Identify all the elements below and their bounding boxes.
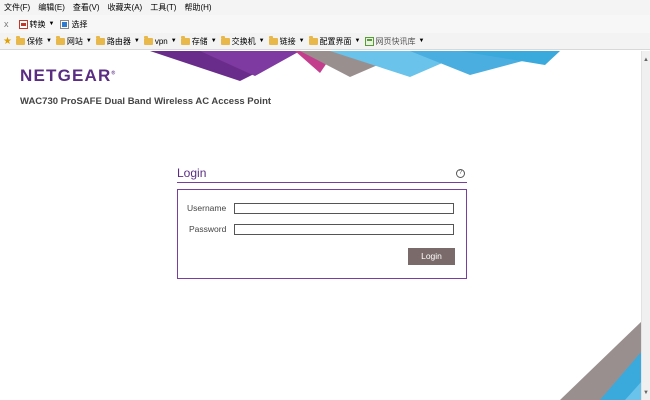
- folder-icon: [95, 35, 105, 45]
- chevron-down-icon: ▼: [298, 38, 305, 44]
- registered-mark: ®: [111, 70, 117, 77]
- favorite-web-slice-gallery[interactable]: 网页快讯库 ▼: [364, 36, 425, 47]
- favorite-folder-storage[interactable]: 存储 ▼: [180, 35, 217, 47]
- favorite-folder-routers[interactable]: 路由器 ▼: [95, 35, 140, 47]
- menu-favorites[interactable]: 收藏夹(A): [108, 2, 143, 13]
- folder-icon: [268, 35, 278, 45]
- web-slice-icon: [364, 36, 374, 46]
- chevron-down-icon: ▼: [85, 38, 92, 44]
- menu-tools[interactable]: 工具(T): [150, 2, 176, 13]
- menu-edit[interactable]: 编辑(E): [38, 2, 65, 13]
- folder-icon: [55, 35, 65, 45]
- login-panel: Login ? Username Password Login: [177, 166, 467, 279]
- favorites-bar: ★ 保修 ▼ 网站 ▼ 路由器 ▼ vpn ▼ 存储 ▼ 交换机 ▼ 链接 ▼ …: [0, 33, 650, 50]
- favorite-folder-config[interactable]: 配置界面 ▼: [308, 35, 361, 47]
- select-icon: [60, 19, 70, 29]
- menu-file[interactable]: 文件(F): [4, 2, 30, 13]
- brand-name: NETGEAR: [20, 66, 112, 85]
- folder-icon: [15, 35, 25, 45]
- chevron-down-icon: ▼: [418, 38, 425, 44]
- convert-label: 转换: [29, 19, 46, 29]
- menu-view[interactable]: 查看(V): [73, 2, 100, 13]
- favorite-label: vpn: [154, 36, 168, 46]
- password-input[interactable]: [234, 224, 454, 235]
- chevron-down-icon: ▼: [45, 38, 52, 44]
- login-header: Login ?: [177, 166, 467, 183]
- menu-help[interactable]: 帮助(H): [184, 2, 211, 13]
- close-bar-button[interactable]: x: [4, 19, 9, 29]
- favorite-label: 链接: [279, 36, 296, 46]
- netgear-logo: NETGEAR®: [20, 66, 116, 86]
- chevron-down-icon: ▼: [258, 38, 265, 44]
- scroll-up-icon[interactable]: ▲: [643, 57, 649, 63]
- select-button[interactable]: 选择: [60, 19, 87, 30]
- favorite-label: 保修: [26, 36, 43, 46]
- favorite-folder-warranty[interactable]: 保修 ▼: [15, 35, 52, 47]
- menu-bar: 文件(F) 编辑(E) 查看(V) 收藏夹(A) 工具(T) 帮助(H): [0, 0, 650, 15]
- login-button[interactable]: Login: [408, 248, 455, 265]
- favorite-folder-vpn[interactable]: vpn ▼: [143, 35, 177, 46]
- password-label: Password: [189, 224, 227, 234]
- chevron-down-icon: ▼: [210, 38, 217, 44]
- login-form: Username Password Login: [177, 189, 467, 279]
- convert-button[interactable]: 转换 ▼: [18, 19, 55, 30]
- favorite-label: 网站: [66, 36, 83, 46]
- chevron-down-icon[interactable]: ▼: [49, 21, 55, 27]
- favorite-label: 路由器: [106, 36, 131, 46]
- chevron-down-icon: ▼: [170, 38, 177, 44]
- page-content: NETGEAR® WAC730 ProSAFE Dual Band Wirele…: [0, 51, 642, 400]
- favorites-star-icon[interactable]: ★: [3, 36, 12, 47]
- favorite-folder-websites[interactable]: 网站 ▼: [55, 35, 92, 47]
- favorite-label: 配置界面: [319, 36, 352, 46]
- select-label: 选择: [71, 19, 88, 29]
- help-icon[interactable]: ?: [456, 169, 465, 178]
- scroll-down-icon[interactable]: ▼: [643, 390, 649, 396]
- command-bar: x 转换 ▼ 选择: [0, 15, 650, 33]
- folder-icon: [143, 35, 153, 45]
- favorite-folder-switches[interactable]: 交换机 ▼: [220, 35, 265, 47]
- chevron-down-icon: ▼: [133, 38, 140, 44]
- favorite-label: 网页快讯库: [375, 36, 416, 46]
- product-name: WAC730 ProSAFE Dual Band Wireless AC Acc…: [20, 96, 272, 107]
- username-label: Username: [187, 203, 227, 213]
- favorite-folder-links[interactable]: 链接 ▼: [268, 35, 305, 47]
- favorite-label: 交换机: [231, 36, 256, 46]
- folder-icon: [180, 35, 190, 45]
- chevron-down-icon: ▼: [354, 38, 361, 44]
- favorite-label: 存储: [191, 36, 208, 46]
- login-title: Login: [177, 166, 207, 180]
- folder-icon: [220, 35, 230, 45]
- vertical-scrollbar[interactable]: ▲ ▼: [641, 51, 650, 400]
- pdf-convert-icon: [18, 19, 28, 29]
- username-input[interactable]: [234, 203, 454, 214]
- folder-icon: [308, 35, 318, 45]
